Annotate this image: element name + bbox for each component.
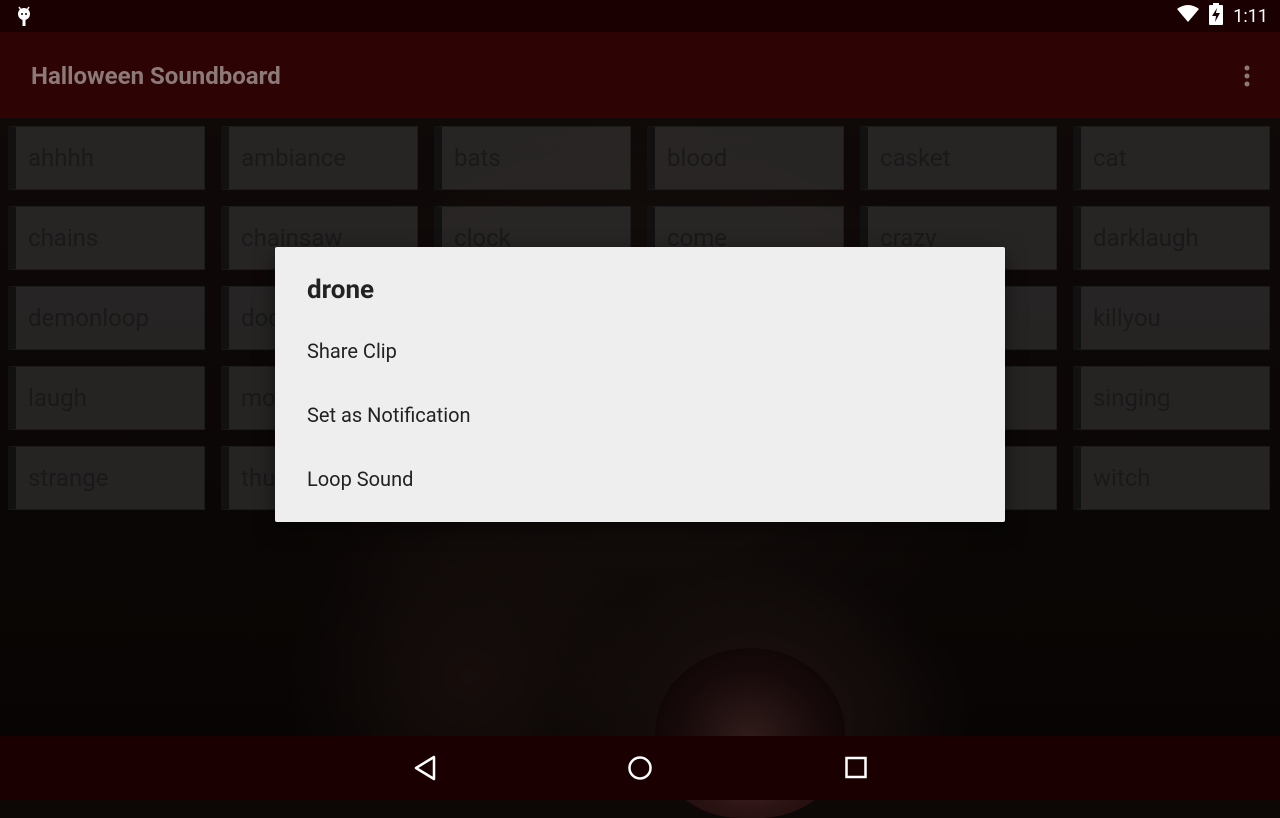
back-icon[interactable]: [412, 754, 438, 786]
set-as-notification-option[interactable]: Set as Notification: [307, 403, 471, 427]
share-clip-option[interactable]: Share Clip: [307, 339, 397, 363]
battery-charging-icon: [1209, 3, 1224, 29]
status-time: 1:11: [1233, 5, 1268, 27]
navigation-bar: [0, 736, 1280, 800]
app-title: Halloween Soundboard: [31, 62, 281, 90]
home-icon[interactable]: [627, 754, 653, 786]
app-bar: Halloween Soundboard: [0, 32, 1280, 118]
status-bar: 1:11: [0, 0, 1280, 32]
sound-options-dialog: drone Share Clip Set as Notification Loo…: [275, 247, 1005, 522]
wifi-icon: [1177, 5, 1200, 27]
recents-icon[interactable]: [844, 754, 870, 786]
android-debug-icon: [14, 5, 34, 31]
dialog-title: drone: [307, 275, 375, 305]
loop-sound-option[interactable]: Loop Sound: [307, 467, 413, 491]
overflow-menu-icon[interactable]: [1244, 65, 1250, 91]
